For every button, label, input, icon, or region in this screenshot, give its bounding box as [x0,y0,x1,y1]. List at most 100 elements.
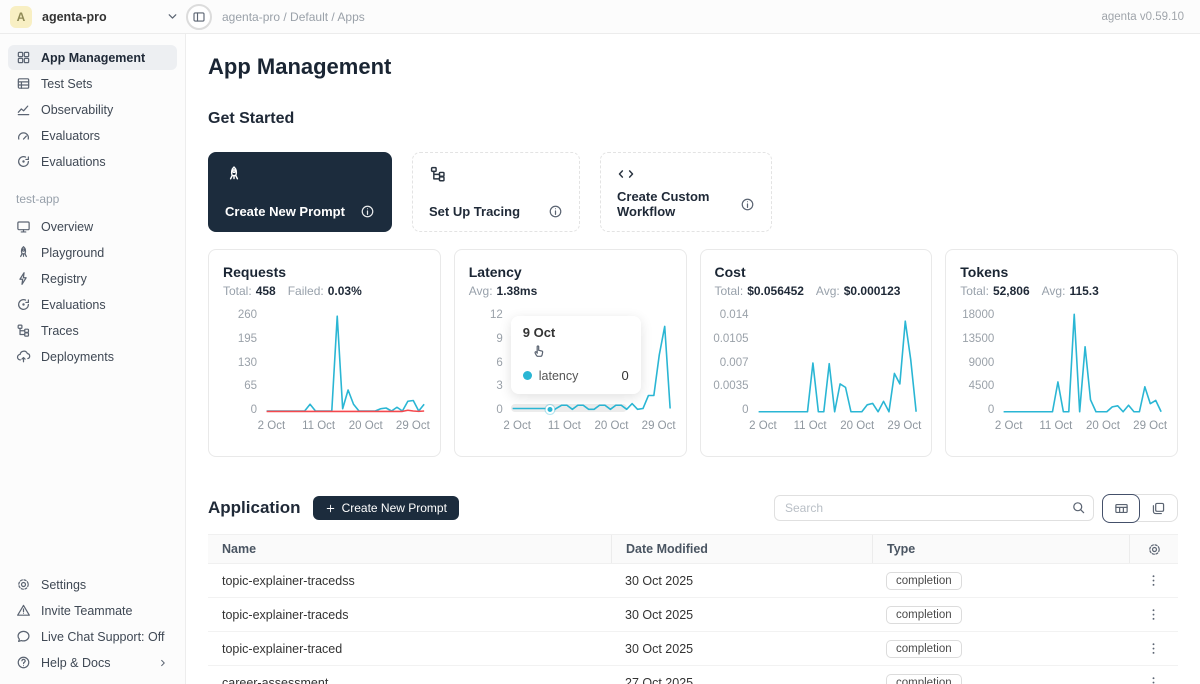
axis-tick-label: 4500 [969,381,995,392]
table-row[interactable]: career-assessment27 Oct 2025completion [208,666,1178,684]
x-axis: 2 Oct11 Oct20 Oct29 Oct [511,420,672,436]
get-started-heading: Get Started [208,110,1178,128]
axis-tick-label: 11 Oct [794,420,827,432]
axis-tick-label: 29 Oct [396,420,430,432]
chart-stats: Avg:1.38ms [469,284,672,298]
monitor-icon [16,219,31,234]
sidebar-item-overview[interactable]: Overview [8,214,177,239]
sidebar-item-label: Evaluations [41,155,106,169]
get-started-cards: Create New PromptSet Up Tracing Create Cu… [208,152,1178,232]
get-started-card-label: Create Custom Workflow [617,189,740,219]
sidebar-item-evaluators[interactable]: Evaluators [8,123,177,148]
row-actions-kebab[interactable] [1129,607,1178,622]
chart-plot[interactable] [265,310,426,416]
sidebar-item-deployments[interactable]: Deployments [8,344,177,369]
chart-stat: Total:458 [223,284,276,298]
search-input[interactable] [774,495,1094,521]
page-title: App Management [208,54,1178,80]
sidebar-item-invite-teammate[interactable]: Invite Teammate [8,598,177,623]
axis-tick-label: 2 Oct [749,420,776,432]
get-started-card-create-custom-workflow[interactable]: Create Custom Workflow [600,152,772,232]
chart-plot[interactable] [757,310,918,416]
application-heading: Application [208,498,301,518]
cursor-hand-icon [531,343,546,358]
cell-type: completion [872,572,1129,590]
x-axis: 2 Oct11 Oct20 Oct29 Oct [1002,420,1163,436]
code-icon [617,165,635,183]
axis-tick-label: 12 [490,310,503,321]
sidebar-item-app-management[interactable]: App Management [8,45,177,70]
row-actions-kebab[interactable] [1129,573,1178,588]
info-icon[interactable] [740,197,755,212]
sidebar-item-playground[interactable]: Playground [8,240,177,265]
kebab-icon [1146,641,1161,656]
sidebar-item-traces[interactable]: Traces [8,318,177,343]
axis-tick-label: 11 Oct [302,420,335,432]
kebab-icon [1146,607,1161,622]
axis-tick-label: 260 [238,310,257,321]
applications-table: Name Date Modified Type topic-explainer-… [208,534,1178,684]
row-actions-kebab[interactable] [1129,675,1178,684]
breadcrumb[interactable]: agenta-pro / Default / Apps [222,10,365,24]
sidebar-item-test-sets[interactable]: Test Sets [8,71,177,96]
table-row[interactable]: topic-explainer-tracedss30 Oct 2025compl… [208,564,1178,598]
axis-tick-label: 18000 [962,310,994,321]
chart-card-requests: RequestsTotal:458Failed:0.03%26019513065… [208,249,441,457]
chart-tooltip: 9 Octlatency0 [511,316,641,394]
sidebar-collapse-button[interactable] [186,4,212,30]
cloud-up-icon [16,349,31,364]
chart-card-latency: LatencyAvg:1.38ms1296302 Oct11 Oct20 Oct… [454,249,687,457]
rocket-icon [225,165,243,183]
kebab-icon [1146,573,1161,588]
sidebar-item-registry[interactable]: Registry [8,266,177,291]
chart-plot[interactable] [1002,310,1163,416]
search-box [774,495,1094,521]
tooltip-series-dot [523,371,532,380]
cell-name: topic-explainer-tracedss [208,574,611,588]
chart-title: Cost [715,264,918,280]
sidebar-item-observability[interactable]: Observability [8,97,177,122]
axis-tick-label: 130 [238,358,257,369]
axis-tick-label: 29 Oct [1133,420,1167,432]
table-row[interactable]: topic-explainer-traceds30 Oct 2025comple… [208,598,1178,632]
chart-active-point [546,405,555,414]
table-view-button[interactable] [1102,494,1140,523]
info-icon[interactable] [548,204,563,219]
axis-tick-label: 11 Oct [548,420,581,432]
column-header-date-modified: Date Modified [611,535,872,563]
sidebar-footer-nav: SettingsInvite TeammateLive Chat Support… [0,571,185,684]
evaluations-icon [16,154,31,169]
gauge-icon [16,128,31,143]
row-actions-kebab[interactable] [1129,641,1178,656]
cell-date-modified: 27 Oct 2025 [611,676,872,684]
axis-tick-label: 0.014 [720,310,749,321]
top-bar: A agenta-pro agenta-pro / Default / Apps… [0,0,1200,34]
sidebar-item-evaluations[interactable]: Evaluations [8,292,177,317]
series-requests [267,316,425,411]
type-badge: completion [886,674,962,684]
create-new-prompt-button[interactable]: Create New Prompt [313,496,459,520]
evaluations-icon [16,297,31,312]
chart-stats: Total:458 Failed:0.03% [223,284,426,298]
get-started-card-create-new-prompt[interactable]: Create New Prompt [208,152,392,232]
get-started-card-set-up-tracing[interactable]: Set Up Tracing [412,152,580,232]
info-icon[interactable] [360,204,375,219]
help-icon [16,655,31,670]
axis-tick-label: 2 Oct [995,420,1022,432]
sidebar-item-evaluations[interactable]: Evaluations [8,149,177,174]
sidebar-item-settings[interactable]: Settings [8,572,177,597]
card-view-button[interactable] [1139,494,1177,522]
chart-stats: Total:52,806Avg:115.3 [960,284,1163,298]
tooltip-series-name: latency [539,369,579,383]
axis-tick-label: 9 [496,334,502,345]
workspace-selector[interactable]: A agenta-pro [10,6,186,28]
sidebar-item-label: Deployments [41,350,114,364]
sidebar-item-live-chat-support-off[interactable]: Live Chat Support: Off [8,624,177,649]
card-view-icon [1151,501,1166,516]
table-settings-gear-icon[interactable] [1147,542,1162,557]
chart-stat: Failed:0.03% [288,284,362,298]
sidebar-item-help-docs[interactable]: Help & Docs [8,650,177,675]
search-icon [1071,500,1086,515]
create-new-prompt-label: Create New Prompt [342,501,447,515]
table-row[interactable]: topic-explainer-traced30 Oct 2025complet… [208,632,1178,666]
